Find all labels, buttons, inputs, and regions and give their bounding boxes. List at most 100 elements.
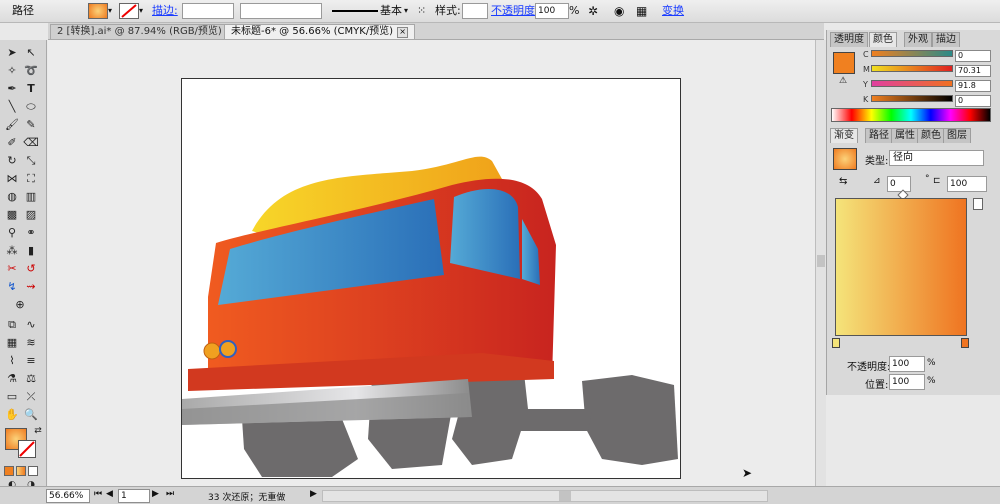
chevron-down-icon[interactable]: ▾	[108, 3, 116, 19]
last-artboard-icon[interactable]: ⏭	[166, 489, 174, 499]
cyan-input[interactable]: 0	[955, 50, 991, 62]
scale-tool-icon[interactable]: ⤡	[23, 154, 39, 168]
free-transform-icon[interactable]: ⛶	[23, 172, 39, 186]
yellow-input[interactable]: 91.8	[955, 80, 991, 92]
warp-tool-icon[interactable]: ≋	[23, 336, 39, 350]
warning-icon[interactable]: ⚠	[839, 76, 847, 86]
location-input[interactable]: 100	[889, 374, 925, 390]
anchor-tool-icon[interactable]: ↯	[4, 280, 20, 294]
perspective-grid-icon[interactable]: ▥	[23, 190, 39, 204]
prev-artboard-icon[interactable]: ◀	[106, 489, 113, 499]
gradient-type-select[interactable]: 径向	[889, 150, 984, 166]
tab-attributes[interactable]: 属性	[891, 128, 919, 143]
variable-width-field[interactable]	[240, 3, 322, 19]
aspect-ratio-input[interactable]: 100	[947, 176, 987, 192]
list-icon[interactable]: ≡	[23, 354, 39, 368]
lasso-icon[interactable]: ➰	[23, 64, 39, 78]
gradient-mode-icon[interactable]	[16, 466, 26, 476]
align-icon[interactable]: ▦	[636, 3, 647, 19]
shape-builder-icon[interactable]: ◍	[4, 190, 20, 204]
ellipse-tool-icon[interactable]: ⬭	[23, 100, 39, 114]
magenta-slider[interactable]	[871, 65, 953, 72]
style-picker[interactable]	[462, 3, 488, 19]
rectangle-tool-icon[interactable]: ▭	[4, 390, 20, 404]
eyedropper-icon[interactable]: ⚲	[4, 226, 20, 240]
artboard[interactable]	[181, 78, 681, 479]
scroll-thumb[interactable]	[817, 255, 825, 267]
selection-tool-icon[interactable]: ➤	[4, 46, 20, 60]
grid-tool-icon[interactable]: ▦	[4, 336, 20, 350]
fill-swatch[interactable]	[88, 3, 108, 19]
none-mode-icon[interactable]	[28, 466, 38, 476]
recolor-icon[interactable]: ✲	[588, 3, 598, 19]
rotate-tool-icon[interactable]: ↻	[4, 154, 20, 168]
gradient-tool-icon[interactable]: ▨	[23, 208, 39, 222]
line-tool-icon[interactable]: ╲	[4, 100, 20, 114]
magenta-input[interactable]: 70.31	[955, 65, 991, 77]
brush-icon[interactable]: ⁙	[417, 3, 426, 19]
paintbrush-icon[interactable]: 🖌	[4, 118, 20, 132]
vertical-scrollbar[interactable]	[815, 40, 826, 486]
color-fill-swatch[interactable]	[833, 52, 855, 74]
color-mode-icon[interactable]	[4, 466, 14, 476]
stop-opacity-input[interactable]: 100	[889, 356, 925, 372]
first-artboard-icon[interactable]: ⏮	[94, 489, 102, 499]
status-menu-icon[interactable]: ▶	[310, 489, 317, 499]
color-spectrum[interactable]	[831, 108, 991, 122]
stroke-profile-label[interactable]: 基本	[380, 3, 402, 19]
live-paint-icon[interactable]: ⚗	[4, 372, 20, 386]
magic-wand-icon[interactable]: ✧	[4, 64, 20, 78]
column-graph-icon[interactable]: ▮	[23, 244, 39, 258]
isolate-icon[interactable]: ◉	[614, 3, 624, 19]
symbol-sprayer-icon[interactable]: ⁂	[4, 244, 20, 258]
chevron-down-icon[interactable]: ▾	[139, 3, 147, 19]
zoom-tool-icon[interactable]: 🔍	[23, 408, 39, 422]
mesh-tool-icon[interactable]: ▩	[4, 208, 20, 222]
black-slider[interactable]	[871, 95, 953, 102]
knife-tool-icon[interactable]: ✂	[4, 262, 20, 276]
tab-document-2[interactable]: 未标题-6* @ 56.66% (CMYK/预览) ×	[224, 24, 416, 39]
tab-transparency[interactable]: 透明度	[830, 32, 868, 47]
gradient-swatch[interactable]	[833, 148, 857, 170]
swap-colors-icon[interactable]: ⇄	[30, 424, 46, 438]
opacity-link[interactable]: 不透明度:	[491, 3, 539, 19]
tab-pathfinder[interactable]: 路径	[865, 128, 893, 143]
gradient-preview[interactable]	[835, 198, 967, 336]
slice-tool-icon[interactable]: ∿	[23, 318, 39, 332]
tab-color-2[interactable]: 颜色	[917, 128, 945, 143]
close-icon[interactable]: ×	[397, 27, 409, 38]
artboard-tool-icon[interactable]: ⧉	[4, 318, 20, 332]
transform-link[interactable]: 变换	[662, 3, 684, 19]
hand-tool-icon[interactable]: ✋	[4, 408, 20, 422]
stroke-swatch[interactable]	[119, 3, 139, 19]
chevron-down-icon[interactable]: ▾	[404, 3, 408, 19]
next-artboard-icon[interactable]: ▶	[152, 489, 159, 499]
measure-tool-icon[interactable]: ⚖	[23, 372, 39, 386]
type-tool-icon[interactable]: T	[23, 82, 39, 96]
tab-color[interactable]: 颜色	[869, 32, 897, 47]
horizontal-scrollbar[interactable]	[322, 490, 768, 502]
angle-input[interactable]: 0	[887, 176, 911, 192]
yellow-slider[interactable]	[871, 80, 953, 87]
truck-illustration[interactable]	[182, 79, 680, 478]
delete-stop-icon[interactable]	[973, 198, 983, 210]
gradient-stop-left[interactable]	[832, 338, 840, 348]
tab-gradient[interactable]: 渐变	[830, 128, 858, 143]
black-input[interactable]: 0	[955, 95, 991, 107]
eraser-icon[interactable]: ⌫	[23, 136, 39, 150]
width-tool-icon[interactable]: ⋈	[4, 172, 20, 186]
blend-tool-icon[interactable]: ⚭	[23, 226, 39, 240]
twirl-tool-icon[interactable]: ⌇	[4, 354, 20, 368]
opacity-input[interactable]: 100	[535, 3, 569, 19]
gradient-stop-right[interactable]	[961, 338, 969, 348]
curvature-icon[interactable]: ↺	[23, 262, 39, 276]
stroke-weight-field[interactable]	[182, 3, 234, 19]
stroke-link[interactable]: 描边:	[152, 3, 178, 19]
scroll-thumb[interactable]	[559, 491, 571, 501]
tab-stroke[interactable]: 描边	[932, 32, 960, 47]
cyan-slider[interactable]	[871, 50, 953, 57]
blob-brush-icon[interactable]: ✐	[4, 136, 20, 150]
crosshair-icon[interactable]: ⊕	[12, 298, 28, 312]
zoom-input[interactable]: 56.66%	[46, 489, 90, 503]
pencil-icon[interactable]: ✎	[23, 118, 39, 132]
